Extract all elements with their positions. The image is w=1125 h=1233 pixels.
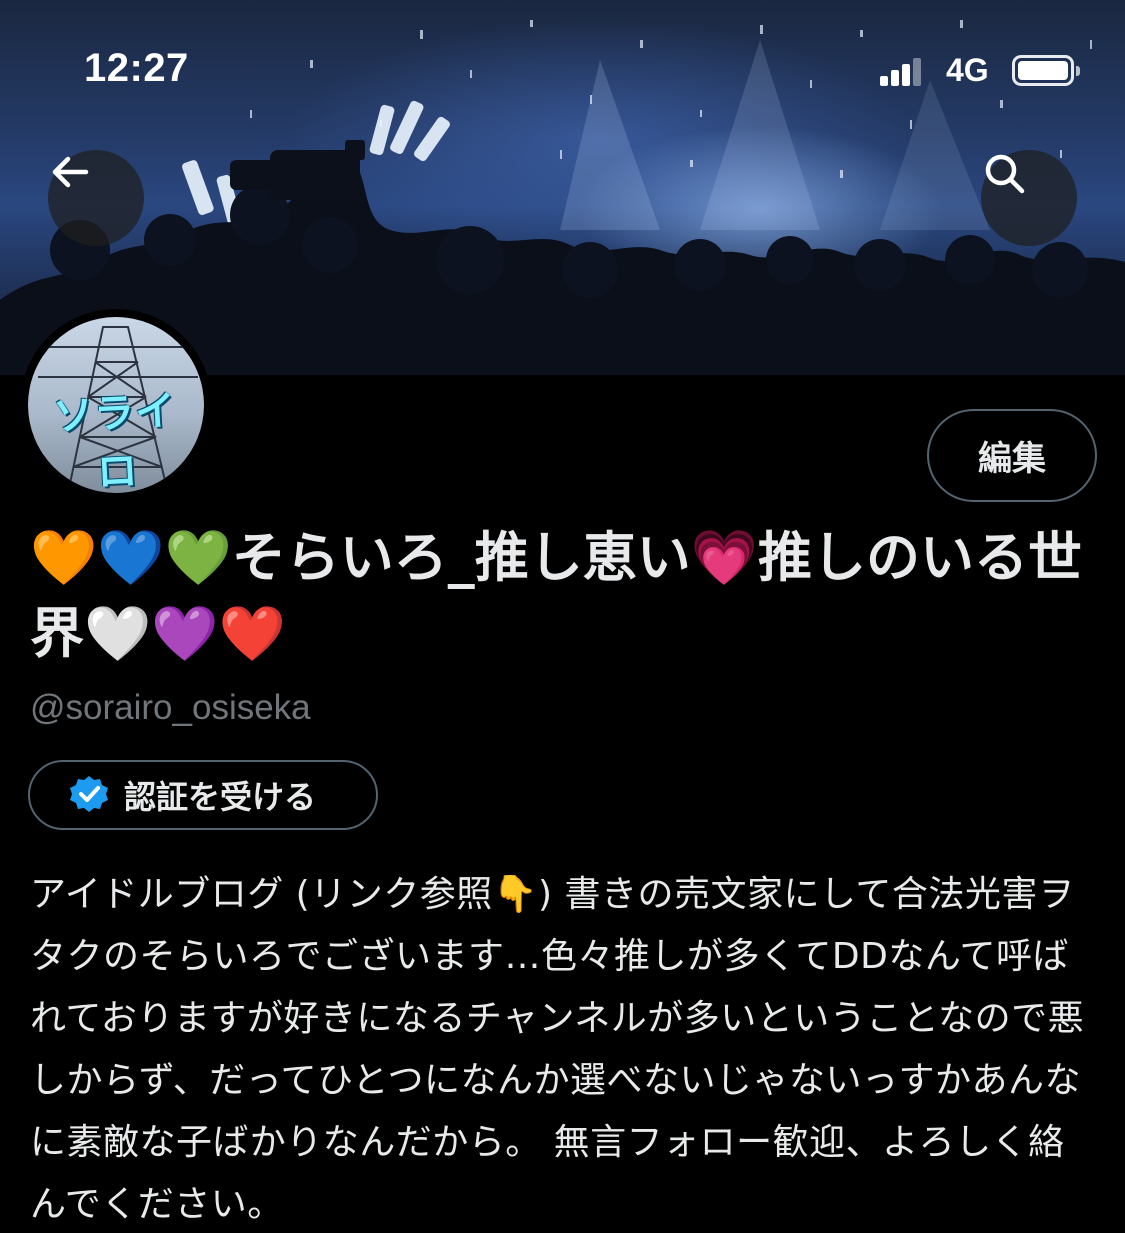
edit-profile-button[interactable]: 編集 [927, 409, 1097, 502]
profile-avatar[interactable]: ソライロ [20, 309, 212, 501]
get-verified-label: 認証を受ける [124, 778, 317, 816]
profile-bio: アイドルブログ (リンク参照👇) 書きの売文家にして合法光害ヲタクのそらいろでご… [30, 874, 1085, 1225]
get-verified-button[interactable]: 認証を受ける [28, 760, 378, 830]
battery-icon [1012, 55, 1080, 86]
avatar-logo-text: ソライロ [52, 387, 178, 493]
search-icon [985, 154, 1025, 194]
status-time: 12:27 [84, 46, 189, 90]
back-button[interactable] [48, 150, 144, 246]
username-handle: @sorairo_osiseka [30, 688, 311, 727]
signal-strength-icon [880, 56, 922, 86]
display-name: 🧡💙💚そらいろ_推し恵い💗推しのいる世界🤍💜❤️ [30, 526, 1082, 665]
verified-badge-icon [70, 776, 108, 812]
network-type: 4G [946, 52, 989, 88]
search-button[interactable] [981, 150, 1077, 246]
arrow-left-icon [52, 156, 89, 188]
